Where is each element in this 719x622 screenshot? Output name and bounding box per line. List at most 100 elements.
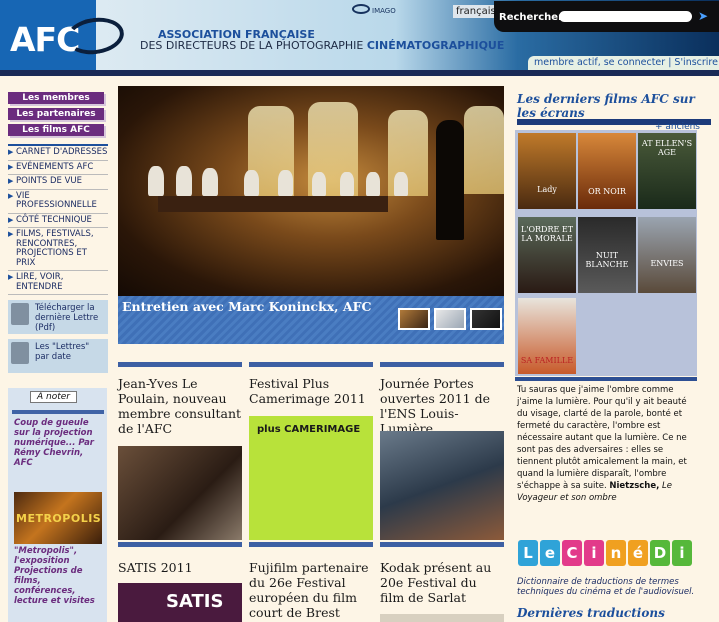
poster-title: SA FAMILLE — [520, 356, 574, 365]
poster-title: ENVIES — [650, 259, 684, 268]
lettres-par-date-label: Les "Lettres" par date — [35, 342, 90, 362]
seated-person — [148, 166, 164, 196]
lettres-par-date-box[interactable]: Les "Lettres" par date — [8, 339, 108, 373]
article-title[interactable]: Fujifilm partenaire du 26e Festival euro… — [249, 560, 373, 620]
article-bar — [249, 542, 373, 547]
nav-link-label: VIE PROFESSIONNELLE — [16, 190, 97, 210]
nav-link-films-festivals[interactable]: ▶ FILMS, FESTIVALS, RENCONTRES, PROJECTIO… — [8, 228, 108, 271]
film-poster[interactable]: Lady — [518, 133, 576, 209]
satis-logo: SATIS — [166, 591, 224, 612]
latest-translations-heading: Dernières traductions — [517, 606, 665, 620]
nav-link-label: CARNET D'ADRESSES — [16, 147, 108, 157]
poster-title: AT ELLEN'S AGE — [641, 139, 693, 157]
site-header: AFC IMAGO ASSOCIATION FRANÇAISE DES DIRE… — [0, 0, 719, 70]
search-input[interactable] — [559, 11, 692, 22]
slide-thumbnail[interactable] — [434, 308, 466, 330]
seated-person — [340, 172, 354, 196]
cinedico-letter: e — [540, 540, 560, 566]
seated-person — [244, 170, 259, 196]
cinedico-letter: D — [650, 540, 670, 566]
arrow-right-icon: ▶ — [8, 230, 14, 238]
article-title[interactable]: Journée Portes ouvertes 2011 de l'ENS Lo… — [380, 376, 504, 436]
nietzsche-quote: Tu sauras que j'aime l'ombre comme j'aim… — [517, 384, 697, 504]
film-poster[interactable]: AT ELLEN'S AGE — [638, 133, 696, 209]
download-lettre-box[interactable]: Télécharger la dernière Lettre (Pdf) — [8, 300, 108, 334]
poster-title: OR NOIR — [588, 187, 626, 196]
a-noter-bar — [12, 410, 104, 414]
cinedico-letter: i — [584, 540, 604, 566]
assoc-line2-prefix: DES DIRECTEURS DE LA PHOTOGRAPHIE — [140, 39, 364, 52]
nav-link-vie-pro[interactable]: ▶ VIE PROFESSIONNELLE — [8, 190, 108, 214]
film-poster[interactable]: L'ORDRE ET LA MORALE — [518, 217, 576, 293]
article-bar — [249, 362, 373, 367]
article-title[interactable]: Jean-Yves Le Poulain, nouveau membre con… — [118, 376, 242, 436]
article-image-kodak[interactable] — [380, 614, 504, 622]
arrow-right-icon: ▶ — [8, 215, 14, 224]
slide-thumbnail[interactable] — [470, 308, 502, 330]
cinedico-logo[interactable]: L e C i n é D i — [518, 540, 692, 568]
header-divider — [0, 70, 719, 76]
posters-bottom-bar — [515, 377, 697, 381]
seated-person — [394, 172, 408, 196]
nav-link-cote-technique[interactable]: ▶ CÔTÉ TECHNIQUE — [8, 214, 108, 228]
article-image-poulain[interactable] — [118, 446, 242, 540]
section-links: ▶ CARNET D'ADRESSES ▶ EVÉNEMENTS AFC ▶ POIN… — [8, 144, 108, 295]
nav-link-label: POINTS DE VUE — [16, 176, 82, 186]
seated-person — [312, 172, 326, 196]
seated-person — [176, 166, 192, 196]
hero-caption-bar[interactable]: Entretien avec Marc Koninckx, AFC — [118, 296, 504, 344]
conference-table — [158, 196, 388, 212]
imago-eye-icon — [352, 4, 370, 14]
metropolis-caption[interactable]: "Metropolis", l'exposition Projections d… — [14, 546, 104, 606]
seated-person — [278, 170, 293, 196]
nav-link-label: LIRE, VOIR, ENTENDRE — [16, 272, 64, 292]
article-image-ens[interactable] — [380, 431, 504, 540]
slide-thumbnail[interactable] — [398, 308, 430, 330]
language-selector[interactable]: français — [453, 5, 499, 18]
arrow-right-icon: ▶ — [8, 162, 14, 171]
a-noter-link[interactable]: Coup de gueule sur la projection numériq… — [14, 418, 102, 468]
seated-person — [202, 168, 218, 196]
cinedico-letter: é — [628, 540, 648, 566]
nav-link-lire-voir[interactable]: ▶ LIRE, VOIR, ENTENDRE — [8, 271, 108, 295]
nav-link-evenements[interactable]: ▶ EVÉNEMENTS AFC — [8, 161, 108, 175]
poster-title: NUIT BLANCHE — [585, 251, 629, 269]
arrow-right-icon: ▶ — [8, 191, 14, 200]
a-noter-title: A noter — [30, 391, 77, 403]
nav-link-points-de-vue[interactable]: ▶ POINTS DE VUE — [8, 175, 108, 190]
cinedico-description: Dictionnaire de traductions de termes te… — [517, 577, 695, 597]
quote-author: Nietzsche, — [609, 481, 660, 491]
assoc-line2-bold: CINÉMATOGRAPHIQUE — [366, 39, 505, 52]
article-title[interactable]: SATIS 2011 — [118, 560, 242, 575]
hero-caption[interactable]: Entretien avec Marc Koninckx, AFC — [122, 299, 371, 314]
nav-link-carnet[interactable]: ▶ CARNET D'ADRESSES — [8, 146, 108, 161]
quote-text: Tu sauras que j'aime l'ombre comme j'aim… — [517, 385, 687, 491]
article-image-satis[interactable]: SATIS — [118, 583, 242, 622]
nav-link-label: FILMS, FESTIVALS, RENCONTRES, PROJECTION… — [16, 229, 94, 268]
nav-link-label: CÔTÉ TECHNIQUE — [16, 214, 92, 225]
download-lettre-label: Télécharger la dernière Lettre (Pdf) — [35, 303, 99, 333]
nav-button-films[interactable]: Les films AFC — [8, 124, 104, 136]
film-poster[interactable]: ENVIES — [638, 217, 696, 293]
film-poster[interactable]: SA FAMILLE — [518, 298, 576, 374]
search-arrow-icon[interactable]: ➤ — [698, 9, 708, 23]
article-title[interactable]: Festival Plus Camerimage 2011 — [249, 376, 373, 406]
article-title[interactable]: Kodak présent au 20e Festival du film de… — [380, 560, 504, 605]
document-icon — [11, 342, 29, 364]
nav-button-membres[interactable]: Les membres — [8, 92, 104, 104]
poster-title: Lady — [537, 185, 557, 194]
film-poster[interactable]: OR NOIR — [578, 133, 636, 209]
imago-label[interactable]: IMAGO — [372, 7, 396, 15]
left-nav: Les membres Les partenaires Les films AF… — [8, 92, 108, 373]
document-icon — [11, 303, 29, 325]
cinedico-letter: C — [562, 540, 582, 566]
article-bar — [118, 362, 242, 367]
nav-button-partenaires[interactable]: Les partenaires — [8, 108, 104, 120]
article-bar — [118, 542, 242, 547]
a-noter-box: A noter Coup de gueule sur la projection… — [8, 388, 107, 622]
hero-image[interactable] — [118, 86, 504, 296]
article-image-camerimage[interactable]: plus CAMERIMAGE — [249, 416, 373, 540]
member-login-links[interactable]: membre actif, se connecter | S'inscrire — [528, 56, 719, 70]
film-poster[interactable]: NUIT BLANCHE — [578, 217, 636, 293]
seated-person — [366, 172, 380, 196]
